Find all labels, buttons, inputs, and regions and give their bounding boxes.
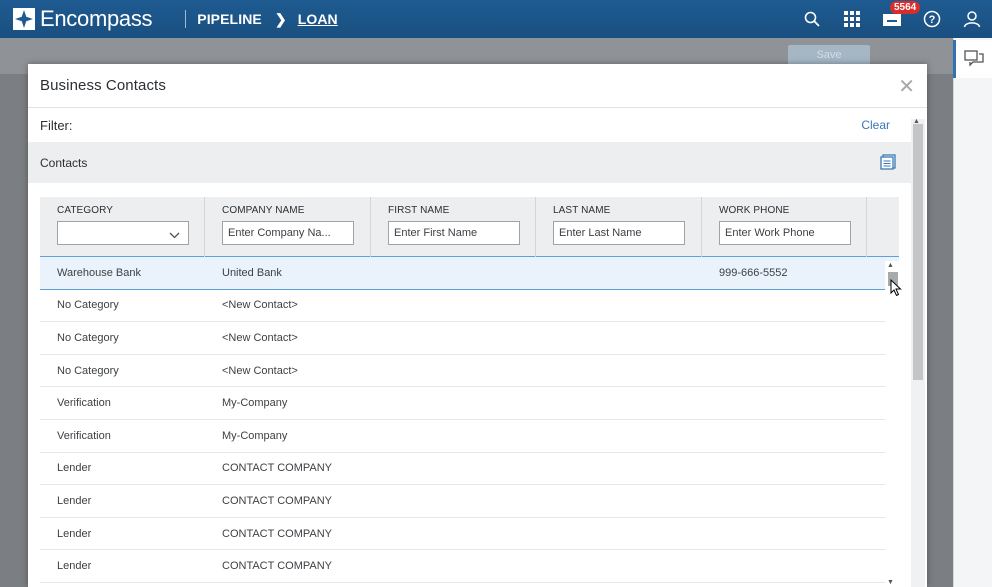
svg-text:?: ? bbox=[929, 14, 936, 26]
table-cell-category: Lender bbox=[57, 560, 92, 573]
table-row[interactable]: Verification My-Company bbox=[40, 387, 899, 420]
table-cell-company: <New Contact> bbox=[222, 364, 298, 377]
modal-title: Business Contacts bbox=[40, 77, 166, 94]
table-row[interactable]: Lender CONTACT COMPANY bbox=[40, 518, 899, 551]
modal-header: Business Contacts ✕ bbox=[28, 64, 927, 108]
table-cell-category: No Category bbox=[57, 364, 119, 377]
right-rail bbox=[953, 38, 992, 587]
table-row[interactable]: No Category <New Contact> bbox=[40, 290, 899, 323]
table-cell-company: My-Company bbox=[222, 429, 288, 442]
table-row[interactable]: Lender CONTACT COMPANY bbox=[40, 453, 899, 486]
breadcrumb-loan[interactable]: LOAN bbox=[298, 11, 338, 27]
table-cell-category: Lender bbox=[57, 527, 92, 540]
help-icon[interactable]: ? bbox=[912, 0, 952, 38]
table-cell-company: CONTACT COMPANY bbox=[222, 462, 333, 475]
encompass-logo-icon bbox=[13, 8, 35, 30]
table-cell-company: My-Company bbox=[222, 397, 288, 410]
apps-grid-icon[interactable] bbox=[832, 0, 872, 38]
app-logo-text: Encompass bbox=[40, 6, 153, 31]
column-label: COMPANY NAME bbox=[222, 205, 305, 216]
inbox-icon[interactable]: 5564 bbox=[872, 0, 921, 38]
contacts-grid: CATEGORY COMPANY NAME FIRST NAME LAST NA… bbox=[40, 197, 899, 583]
scroll-down-arrow-icon[interactable]: ▼ bbox=[887, 579, 894, 586]
table-row[interactable]: Lender CONTACT COMPANY bbox=[40, 485, 899, 518]
column-label: FIRST NAME bbox=[388, 205, 450, 216]
filter-row: Filter: Clear bbox=[28, 108, 927, 142]
first-name-filter-input[interactable] bbox=[388, 221, 520, 245]
breadcrumb-pipeline[interactable]: PIPELINE bbox=[197, 11, 262, 27]
clear-filter-link[interactable]: Clear bbox=[861, 118, 890, 132]
table-row[interactable]: Lender CONTACT COMPANY bbox=[40, 550, 899, 583]
table-cell-company: CONTACT COMPANY bbox=[222, 494, 333, 507]
table-cell-category: Warehouse Bank bbox=[57, 266, 141, 279]
logo-divider bbox=[185, 10, 187, 28]
table-cell-company: United Bank bbox=[222, 266, 282, 279]
table-row[interactable]: Warehouse Bank United Bank 999-666-5552 bbox=[40, 257, 899, 290]
table-cell-company: CONTACT COMPANY bbox=[222, 527, 333, 540]
business-contacts-modal: Business Contacts ✕ Filter: Clear Contac… bbox=[28, 64, 927, 587]
filter-label: Filter: bbox=[40, 117, 73, 133]
table-row[interactable]: No Category <New Contact> bbox=[40, 355, 899, 388]
work-phone-filter-input[interactable] bbox=[719, 221, 851, 245]
table-cell-company: <New Contact> bbox=[222, 331, 298, 344]
background-save-button: Save bbox=[788, 45, 870, 65]
grid-rows: Warehouse Bank United Bank 999-666-5552 No … bbox=[40, 257, 899, 583]
table-row[interactable]: Verification My-Company bbox=[40, 420, 899, 453]
last-name-filter-input[interactable] bbox=[553, 221, 685, 245]
company-name-filter-input[interactable] bbox=[222, 221, 354, 245]
column-header-work-phone: WORK PHONE bbox=[702, 197, 867, 257]
contacts-label: Contacts bbox=[40, 155, 88, 170]
category-filter-select[interactable] bbox=[57, 221, 189, 245]
table-cell-category: Verification bbox=[57, 397, 111, 410]
scroll-up-arrow-icon[interactable]: ▲ bbox=[887, 262, 894, 269]
search-icon[interactable] bbox=[792, 0, 832, 38]
contacts-section-header: Contacts bbox=[28, 142, 914, 183]
top-nav-icons: 5564 ? bbox=[792, 0, 992, 38]
column-header-first-name: FIRST NAME bbox=[371, 197, 536, 257]
column-header-category: CATEGORY bbox=[40, 197, 205, 257]
table-cell-company: CONTACT COMPANY bbox=[222, 560, 333, 573]
modal-scrollbar-thumb[interactable] bbox=[913, 124, 923, 380]
close-icon[interactable]: ✕ bbox=[898, 74, 915, 99]
breadcrumb-chevron-icon: ❯ bbox=[274, 10, 287, 27]
table-row[interactable]: No Category <New Contact> bbox=[40, 322, 899, 355]
table-cell-category: No Category bbox=[57, 299, 119, 312]
table-cell-category: No Category bbox=[57, 331, 119, 344]
mouse-cursor-icon bbox=[890, 278, 902, 302]
chat-icon[interactable] bbox=[953, 40, 992, 78]
table-cell-category: Lender bbox=[57, 494, 92, 507]
top-nav-bar: Encompass PIPELINE ❯ LOAN 5564 ? bbox=[0, 0, 992, 38]
user-icon[interactable] bbox=[952, 0, 992, 38]
chevron-down-icon bbox=[169, 228, 180, 246]
column-label: WORK PHONE bbox=[719, 205, 790, 216]
table-cell-category: Lender bbox=[57, 462, 92, 475]
column-label: CATEGORY bbox=[57, 205, 113, 216]
table-cell-company: <New Contact> bbox=[222, 299, 298, 312]
column-label: LAST NAME bbox=[553, 205, 611, 216]
grid-header: CATEGORY COMPANY NAME FIRST NAME LAST NA… bbox=[40, 197, 899, 257]
document-icon[interactable] bbox=[880, 154, 896, 175]
column-header-last-name: LAST NAME bbox=[536, 197, 702, 257]
table-cell-category: Verification bbox=[57, 429, 111, 442]
grid-scrollbar[interactable] bbox=[885, 261, 899, 587]
table-cell-phone: 999-666-5552 bbox=[719, 266, 788, 279]
app-logo[interactable]: Encompass bbox=[13, 6, 153, 32]
column-header-company-name: COMPANY NAME bbox=[205, 197, 371, 257]
